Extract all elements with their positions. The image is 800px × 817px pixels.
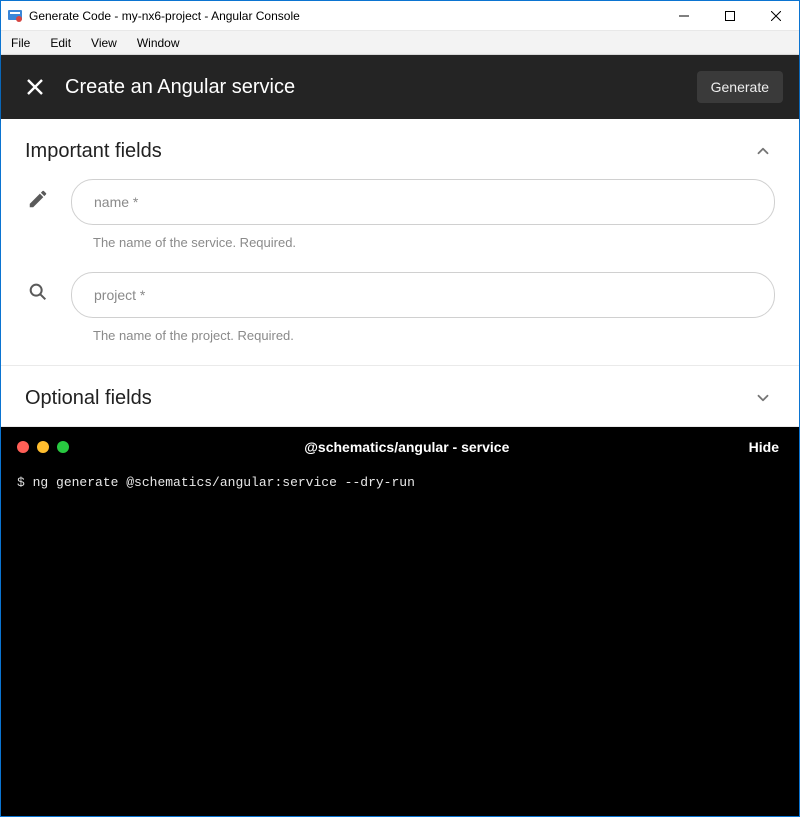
minimize-button[interactable] xyxy=(661,1,707,31)
window-close-button[interactable] xyxy=(753,1,799,31)
optional-fields-title: Optional fields xyxy=(25,387,152,410)
project-input[interactable] xyxy=(94,287,752,303)
name-input[interactable] xyxy=(94,194,752,210)
terminal-command: ng generate @schematics/angular:service … xyxy=(33,475,415,490)
menu-view[interactable]: View xyxy=(81,36,127,50)
window-title-bar: Generate Code - my-nx6-project - Angular… xyxy=(1,1,799,31)
form-body: Important fields The name of the service… xyxy=(1,119,799,427)
optional-fields-section: Optional fields xyxy=(1,366,799,427)
window-title: Generate Code - my-nx6-project - Angular… xyxy=(29,9,300,23)
name-field-row: The name of the service. Required. xyxy=(25,179,775,256)
menu-window[interactable]: Window xyxy=(127,36,190,50)
close-icon[interactable] xyxy=(17,69,53,105)
page-header: Create an Angular service Generate xyxy=(1,55,799,119)
important-fields-section: Important fields The name of the service… xyxy=(1,119,799,366)
terminal-header: @schematics/angular - service Hide xyxy=(1,427,799,467)
terminal-body[interactable]: $ ng generate @schematics/angular:servic… xyxy=(1,467,799,816)
generate-button[interactable]: Generate xyxy=(697,71,783,103)
traffic-yellow-icon xyxy=(37,441,49,453)
name-input-wrapper xyxy=(71,179,775,225)
menu-file[interactable]: File xyxy=(1,36,40,50)
maximize-button[interactable] xyxy=(707,1,753,31)
project-field-row: The name of the project. Required. xyxy=(25,272,775,349)
chevron-down-icon xyxy=(751,386,775,410)
terminal-panel: @schematics/angular - service Hide $ ng … xyxy=(1,427,799,816)
menu-edit[interactable]: Edit xyxy=(40,36,81,50)
traffic-red-icon xyxy=(17,441,29,453)
traffic-lights xyxy=(17,441,69,453)
important-fields-header[interactable]: Important fields xyxy=(25,139,775,163)
window-controls xyxy=(661,1,799,31)
name-helper-text: The name of the service. Required. xyxy=(93,235,775,250)
hide-terminal-button[interactable]: Hide xyxy=(745,437,783,457)
terminal-prompt: $ xyxy=(17,475,25,490)
optional-fields-header[interactable]: Optional fields xyxy=(25,386,775,410)
search-icon xyxy=(25,272,51,312)
project-input-wrapper xyxy=(71,272,775,318)
menu-bar: File Edit View Window xyxy=(1,31,799,55)
app-icon xyxy=(7,8,23,24)
chevron-up-icon xyxy=(751,139,775,163)
important-fields-title: Important fields xyxy=(25,140,162,163)
pencil-icon xyxy=(25,179,51,219)
page-title: Create an Angular service xyxy=(65,76,295,99)
project-helper-text: The name of the project. Required. xyxy=(93,328,775,343)
traffic-green-icon xyxy=(57,441,69,453)
terminal-title: @schematics/angular - service xyxy=(69,439,745,455)
